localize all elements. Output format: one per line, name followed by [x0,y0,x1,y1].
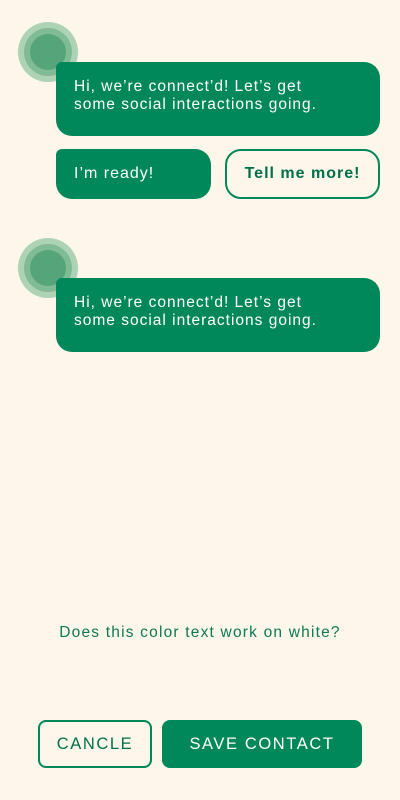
message-bubble: Hi, we’re connect’d! Let’s get some soci… [56,278,380,352]
cancel-button[interactable]: CANCLE [38,720,152,768]
message-line: Hi, we’re connect’d! Let’s get [74,294,302,311]
save-contact-button-label: SAVE CONTACT [189,734,335,753]
save-contact-button[interactable]: SAVE CONTACT [162,720,362,768]
quick-reply-label: Tell me more! [244,165,361,182]
quick-reply-tell-more-button[interactable]: Tell me more! [225,149,380,199]
quick-reply-ready-button[interactable]: I’m ready! [56,149,211,199]
cancel-button-label: CANCLE [56,734,134,753]
message-line: Hi, we’re connect’d! Let’s get [74,78,302,95]
message-line: some social interactions going. [74,96,317,113]
message-line: some social interactions going. [74,312,317,329]
quick-reply-label: I’m ready! [74,165,155,182]
message-bubble: Hi, we’re connect’d! Let’s get some soci… [56,62,380,136]
contrast-question-text: Does this color text work on white? [59,624,341,641]
